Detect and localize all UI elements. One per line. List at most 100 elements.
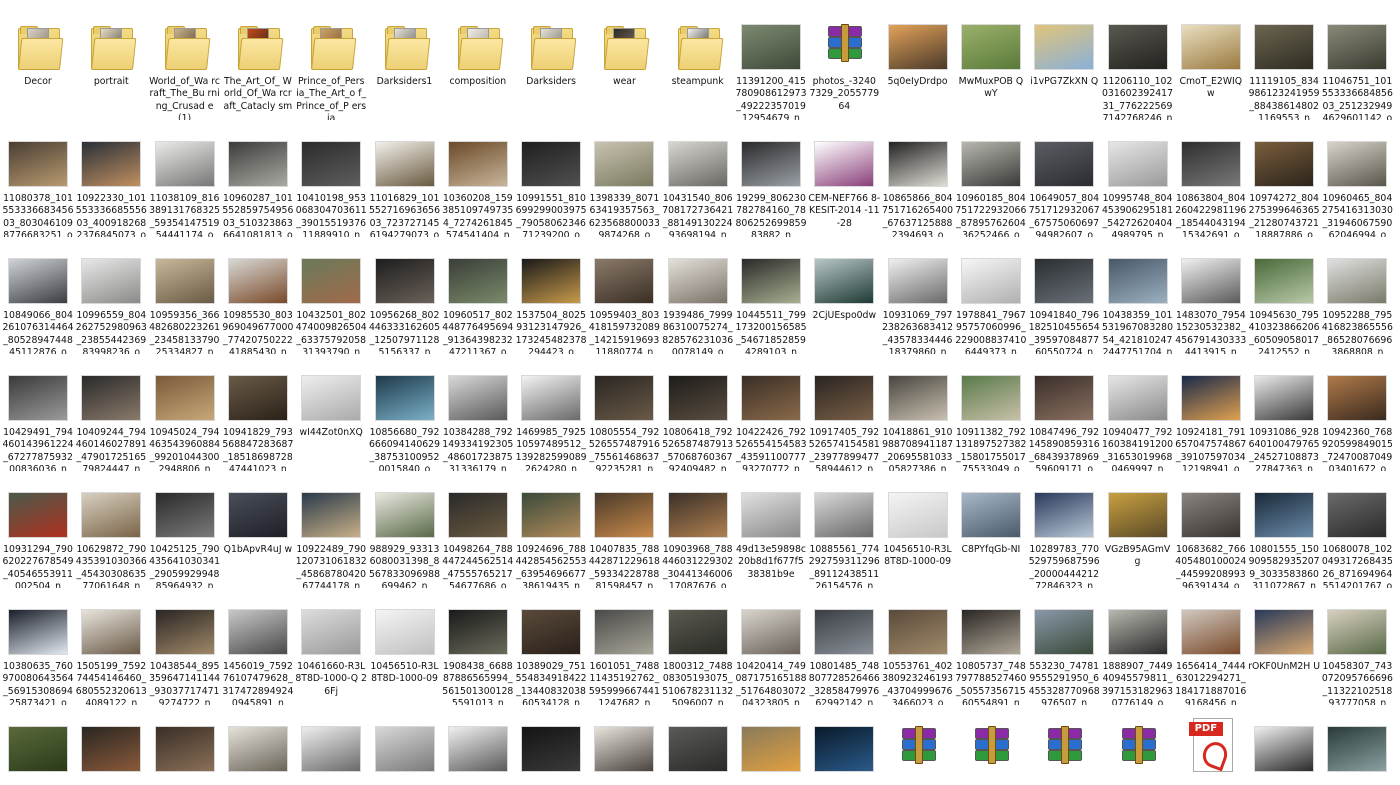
file-item[interactable]: 10945630_795 410323866206 _60509058017 2…: [1248, 238, 1320, 354]
file-item[interactable]: 10922489_790 120731061832 _45868780420 6…: [295, 472, 367, 588]
file-item[interactable]: 10942360_768 920599849015 _72470087049 0…: [1321, 355, 1393, 471]
file-item[interactable]: 11038109_816 389131768325 _59354147519 5…: [149, 121, 221, 237]
file-item[interactable]: 10985530_803 969049677000 _77420750222 4…: [222, 238, 294, 354]
file-item[interactable]: 10924696_788 442854562553 _63954696677 3…: [515, 472, 587, 588]
file-item[interactable]: 11391200_415 780908612973 _49222357019 1…: [735, 4, 807, 120]
file-item[interactable]: CEM-NEF766 8-KESIT-2014 -11-28: [808, 121, 880, 237]
file-item[interactable]: 10995748_804 453906295181 _54272620404 4…: [1102, 121, 1174, 237]
file-item[interactable]: 10425125_790 435641030341 _29059929948 8…: [149, 472, 221, 588]
file-item[interactable]: 49d13e59898c 20b8d1f677f5 38381b9e: [735, 472, 807, 588]
file-item[interactable]: 10960465_804 275416313030 _31946067590 6…: [1321, 121, 1393, 237]
file-item[interactable]: [369, 706, 441, 785]
file-item[interactable]: 10801485_748 807728526466 _32858479976 6…: [808, 589, 880, 705]
folder-item[interactable]: composition: [442, 4, 514, 120]
file-item[interactable]: 1398339_8071 63419357563_ 623568800033 9…: [588, 121, 660, 237]
file-item[interactable]: 10429491_794 460143961224 _67277875932 0…: [2, 355, 74, 471]
file-item[interactable]: 10498264_788 447244562514 _47555765217 5…: [442, 472, 514, 588]
file-item[interactable]: 11119105_834 986123241959 _88438614802 1…: [1248, 4, 1320, 120]
file-item[interactable]: 11080378_101 553336683456 03_803046109 8…: [2, 121, 74, 237]
file-item[interactable]: 10903968_788 446031229302 _30441346006 1…: [662, 472, 734, 588]
file-item[interactable]: [1321, 706, 1393, 785]
file-item[interactable]: 1505199_7592 74454146460_ 680552320613 4…: [75, 589, 147, 705]
file-item[interactable]: 11046751_101 553336684856 03_251232949 4…: [1321, 4, 1393, 120]
file-item[interactable]: 10384288_792 149334192305 _48601723875 3…: [442, 355, 514, 471]
file-item[interactable]: MwMuxPOB QwY: [955, 4, 1027, 120]
file-item[interactable]: [442, 706, 514, 785]
file-item[interactable]: [808, 706, 880, 785]
folder-item[interactable]: Darksiders: [515, 4, 587, 120]
file-item[interactable]: 10940477_792 160384191200 _31653019968 0…: [1102, 355, 1174, 471]
file-item[interactable]: 10380635_760 970080643564 _56915308694 2…: [2, 589, 74, 705]
file-item[interactable]: [735, 706, 807, 785]
file-item[interactable]: PDF: [1175, 706, 1247, 785]
file-item[interactable]: 10922330_101 553336685556 03_400918268 2…: [75, 121, 147, 237]
file-item[interactable]: 10432501_802 474009826504 _63375792058 3…: [295, 238, 367, 354]
file-item[interactable]: 10941829_793 568847283687 _18518698728 4…: [222, 355, 294, 471]
file-item[interactable]: 10629872_790 435391030366 _45430308635 7…: [75, 472, 147, 588]
file-item[interactable]: 10805737_748 797788527460 _50557356715 6…: [955, 589, 1027, 705]
file-item[interactable]: 10409244_794 460146027891 _47901725165 7…: [75, 355, 147, 471]
folder-item[interactable]: Prince_of_Pers ia_The_Art_o f_Prince_of_…: [295, 4, 367, 120]
file-item[interactable]: wI44Zot0nXQ: [295, 355, 367, 471]
file-item[interactable]: 10445511_799 173200156585 _54671852859 4…: [735, 238, 807, 354]
file-item[interactable]: [1028, 706, 1100, 785]
file-item[interactable]: [295, 706, 367, 785]
file-item[interactable]: 10805554_792 526557487916 _75561468637 9…: [588, 355, 660, 471]
file-item[interactable]: 10917405_792 526574154581 _23977899477 5…: [808, 355, 880, 471]
file-item[interactable]: 10960517_802 448776495694 _91364398232 4…: [442, 238, 514, 354]
file-item[interactable]: C8PYfqGb-NI: [955, 472, 1027, 588]
file-item[interactable]: 10683682_766 405480100024 _44599208993 9…: [1175, 472, 1247, 588]
file-item[interactable]: 10849066_804 261076314464 _80528947448 4…: [2, 238, 74, 354]
file-item[interactable]: rOKF0UnM2H U: [1248, 589, 1320, 705]
file-item[interactable]: 10438359_101 531967083280 54_421810247 2…: [1102, 238, 1174, 354]
folder-item[interactable]: The_Art_Of_ World_Of_Wa rcraft_Catacly s…: [222, 4, 294, 120]
file-item[interactable]: 1537504_8025 93123147926_ 173245482378 2…: [515, 238, 587, 354]
file-item[interactable]: Q1bApvR4uJ w: [222, 472, 294, 588]
file-item[interactable]: 10420414_749 087175165188 _51764803072 0…: [735, 589, 807, 705]
file-item[interactable]: 10974272_804 275399646365 _21280743721 1…: [1248, 121, 1320, 237]
file-item[interactable]: 10931086_928 640100479765 _24527108873 2…: [1248, 355, 1320, 471]
file-item[interactable]: 1601051_7488 11435192762_ 595999667441 1…: [588, 589, 660, 705]
file-item[interactable]: 1908438_6688 87886565994_ 561501300128 5…: [442, 589, 514, 705]
file-item[interactable]: [662, 706, 734, 785]
file-item[interactable]: 10418861_910 988708941187 _20695581033 0…: [882, 355, 954, 471]
file-item[interactable]: 10863804_804 260422981196 _18544043194 1…: [1175, 121, 1247, 237]
file-item[interactable]: 10865866_804 751716265400 _67637125888 2…: [882, 121, 954, 237]
file-item[interactable]: 10911382_792 131897527382 _15801755017 7…: [955, 355, 1027, 471]
file-item[interactable]: 10924181_791 657047574867 _39107597034 1…: [1175, 355, 1247, 471]
file-item[interactable]: 10456510-R3L 8T8D-1000-09: [882, 472, 954, 588]
file-item[interactable]: 19299_806230 782784160_78 806252699859 8…: [735, 121, 807, 237]
file-item[interactable]: 10289783_770 529759687596 _20000444212 7…: [1028, 472, 1100, 588]
folder-item[interactable]: steampunk: [662, 4, 734, 120]
file-item[interactable]: 10456510-R3L 8T8D-1000-09: [369, 589, 441, 705]
file-item[interactable]: 10959403_803 418159732089 _14215919693 1…: [588, 238, 660, 354]
folder-item[interactable]: Darksiders1: [369, 4, 441, 120]
file-item[interactable]: [955, 706, 1027, 785]
file-item[interactable]: 10438544_895 359647141144 _93037717471 9…: [149, 589, 221, 705]
file-item[interactable]: [1248, 706, 1320, 785]
file-item[interactable]: 10649057_804 751712932067 _67575060697 9…: [1028, 121, 1100, 237]
file-item[interactable]: 10931294_790 620227678549 _40546553911 0…: [2, 472, 74, 588]
file-item[interactable]: 11206110_102 031602392417 31_776222569 7…: [1102, 4, 1174, 120]
file-item[interactable]: 10956268_802 446333162605 _12507971128 5…: [369, 238, 441, 354]
file-item[interactable]: 10941840_796 182510455654 _39597084877 6…: [1028, 238, 1100, 354]
file-item[interactable]: [222, 706, 294, 785]
file-item[interactable]: 553230_74781 9555291950_6 455328770968 9…: [1028, 589, 1100, 705]
file-item[interactable]: [882, 706, 954, 785]
file-item[interactable]: [588, 706, 660, 785]
file-item[interactable]: [515, 706, 587, 785]
file-item[interactable]: [149, 706, 221, 785]
file-item[interactable]: 10945024_794 463543960884 _99201044300 2…: [149, 355, 221, 471]
file-item[interactable]: [75, 706, 147, 785]
file-item[interactable]: 10458307_743 072095766696 _11322102518 9…: [1321, 589, 1393, 705]
file-item[interactable]: 10407835_788 442871229618 _59334228788 8…: [588, 472, 660, 588]
file-item[interactable]: 10431540_806 708172736421 _88149130224 9…: [662, 121, 734, 237]
file-item[interactable]: 10885561_774 292759311296 _89112438511 2…: [808, 472, 880, 588]
file-item[interactable]: 10847496_792 145890859316 _68439378969 5…: [1028, 355, 1100, 471]
file-item[interactable]: 10960287_101 552859754956 03_510323863 6…: [222, 121, 294, 237]
file-item[interactable]: 1483070_7954 15230532382_ 456791430333 4…: [1175, 238, 1247, 354]
file-item[interactable]: 10931069_797 238263683412 _43578334446 1…: [882, 238, 954, 354]
file-item[interactable]: 10991551_810 699299003975 _79058062346 7…: [515, 121, 587, 237]
folder-item[interactable]: portrait: [75, 4, 147, 120]
file-item[interactable]: 11016829_101 552716963656 03_723727145 6…: [369, 121, 441, 237]
